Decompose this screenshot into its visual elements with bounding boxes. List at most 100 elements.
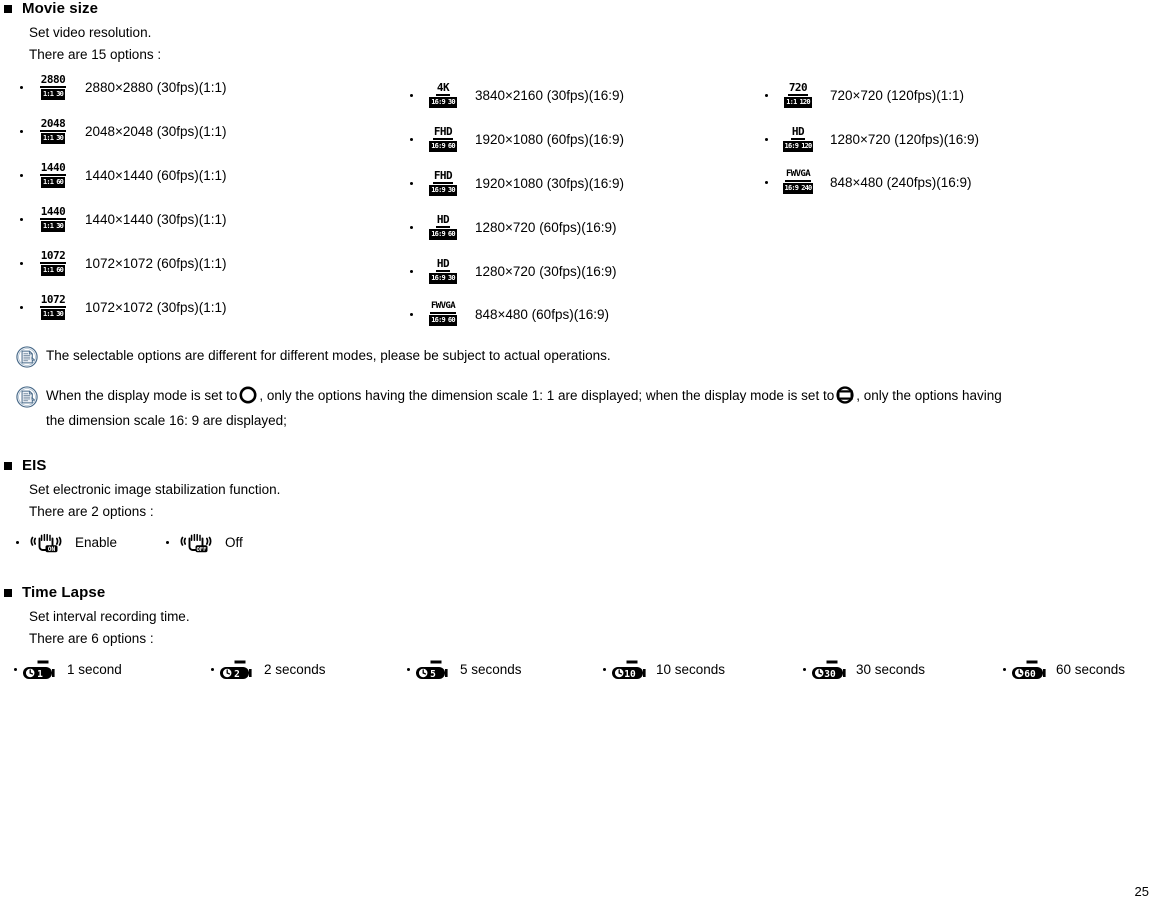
time-lapse-interval-icon: 30 xyxy=(811,658,851,680)
fps-chip: 30 xyxy=(55,90,65,99)
movie-size-option-label: 1280×720 (60fps)(16:9) xyxy=(475,219,617,235)
movie-size-option[interactable]: 720 1:1 120 720×720 (120fps)(1:1) xyxy=(765,82,979,108)
time-lapse-interval-icon: 60 xyxy=(1011,658,1051,680)
movie-size-option[interactable]: 2880 1:1 30 2880×2880 (30fps)(1:1) xyxy=(20,74,226,100)
time-lapse-option[interactable]: 30 30 seconds xyxy=(803,658,1003,680)
resolution-badge-value: FWVGA xyxy=(429,302,457,314)
time-lapse-option[interactable]: 2 2 seconds xyxy=(211,658,407,680)
list-bullet-icon xyxy=(410,137,413,141)
list-bullet-icon xyxy=(1003,667,1006,671)
resolution-badge-sub: 16:9 60 xyxy=(429,315,457,326)
movie-size-option[interactable]: HD 16:9 60 1280×720 (60fps)(16:9) xyxy=(410,214,624,240)
resolution-badge-icon: 1072 1:1 30 xyxy=(32,294,74,320)
list-bullet-icon xyxy=(20,173,23,177)
movie-size-options-count: There are 15 options : xyxy=(29,47,162,62)
page-number: 25 xyxy=(1134,884,1149,899)
time-lapse-option-label: 5 seconds xyxy=(460,661,522,677)
list-bullet-icon xyxy=(20,129,23,133)
movie-size-option[interactable]: FHD 16:9 60 1920×1080 (60fps)(16:9) xyxy=(410,126,624,152)
note-block-1: The selectable options are different for… xyxy=(16,345,1156,368)
manual-page: Movie size Set video resolution. There a… xyxy=(0,0,1163,907)
list-bullet-icon xyxy=(803,667,806,671)
time-lapse-option-label: 2 seconds xyxy=(264,661,326,677)
resolution-badge-icon: HD 16:9 120 xyxy=(777,126,819,152)
aspect-ratio-chip: 16:9 xyxy=(430,98,447,107)
time-lapse-value: 5 xyxy=(430,669,436,680)
aspect-ratio-chip: 16:9 xyxy=(783,142,801,151)
aspect-ratio-chip: 1:1 xyxy=(41,222,56,231)
movie-size-heading: Movie size xyxy=(4,0,161,17)
aspect-ratio-chip: 16:9 xyxy=(783,184,801,193)
resolution-badge-sub: 16:9 30 xyxy=(429,273,457,284)
aspect-ratio-chip: 1:1 xyxy=(41,134,56,143)
movie-size-option-label: 720×720 (120fps)(1:1) xyxy=(830,87,964,103)
time-lapse-option[interactable]: 1 1 second xyxy=(14,658,211,680)
movie-size-option-label: 1920×1080 (60fps)(16:9) xyxy=(475,131,624,147)
time-lapse-title: Time Lapse xyxy=(22,584,106,601)
list-bullet-icon xyxy=(765,180,768,184)
resolution-badge-icon: 1440 1:1 60 xyxy=(32,162,74,188)
movie-size-option-label: 3840×2160 (30fps)(16:9) xyxy=(475,87,624,103)
fps-chip: 30 xyxy=(446,274,456,283)
note-text-part-4: the dimension scale 16: 9 are displayed; xyxy=(46,413,287,428)
aspect-ratio-chip: 16:9 xyxy=(430,230,447,239)
movie-size-option[interactable]: HD 16:9 120 1280×720 (120fps)(16:9) xyxy=(765,126,979,152)
resolution-badge-icon: 1072 1:1 60 xyxy=(32,250,74,276)
time-lapse-interval-icon: 2 xyxy=(219,658,259,680)
time-lapse-description: Set interval recording time. xyxy=(29,609,190,624)
eis-section: EIS Set electronic image stabilization f… xyxy=(4,457,280,520)
eis-option-enable[interactable]: ON Enable xyxy=(16,531,166,553)
movie-size-option[interactable]: HD 16:9 30 1280×720 (30fps)(16:9) xyxy=(410,258,624,284)
resolution-badge-value: HD xyxy=(435,257,451,272)
movie-size-option-label: 1072×1072 (60fps)(1:1) xyxy=(85,255,227,271)
movie-size-option[interactable]: FWVGA 16:9 240 848×480 (240fps)(16:9) xyxy=(765,170,979,194)
time-lapse-option[interactable]: 5 5 seconds xyxy=(407,658,603,680)
time-lapse-interval-icon: 1 xyxy=(22,658,62,680)
resolution-badge-icon: FWVGA 16:9 60 xyxy=(422,302,464,326)
movie-size-option[interactable]: 2048 1:1 30 2048×2048 (30fps)(1:1) xyxy=(20,118,226,144)
note-row: The selectable options are different for… xyxy=(16,345,1156,368)
fps-chip: 30 xyxy=(446,186,456,195)
list-bullet-icon xyxy=(410,93,413,97)
time-lapse-value: 10 xyxy=(624,669,636,680)
resolution-badge-sub: 16:9 120 xyxy=(782,141,814,152)
time-lapse-option-label: 60 seconds xyxy=(1056,661,1126,677)
resolution-badge-sub: 1:1 30 xyxy=(40,221,66,232)
fps-chip: 60 xyxy=(55,178,65,187)
movie-size-column-3: 720 1:1 120 720×720 (120fps)(1:1) HD 16:… xyxy=(765,82,979,194)
movie-size-option[interactable]: 1440 1:1 30 1440×1440 (30fps)(1:1) xyxy=(20,206,226,232)
note-text: The selectable options are different for… xyxy=(46,348,611,363)
time-lapse-option[interactable]: 10 10 seconds xyxy=(603,658,803,680)
movie-size-option[interactable]: 1072 1:1 60 1072×1072 (60fps)(1:1) xyxy=(20,250,226,276)
movie-size-option[interactable]: FWVGA 16:9 60 848×480 (60fps)(16:9) xyxy=(410,302,624,326)
time-lapse-value: 1 xyxy=(37,669,43,680)
list-bullet-icon xyxy=(20,305,23,309)
resolution-badge-sub: 1:1 30 xyxy=(40,133,66,144)
resolution-badge-icon: 720 1:1 120 xyxy=(777,82,819,108)
fps-chip: 60 xyxy=(446,142,456,151)
list-bullet-icon xyxy=(16,540,19,544)
time-lapse-option[interactable]: 60 60 seconds xyxy=(1003,658,1125,680)
list-bullet-icon xyxy=(20,217,23,221)
eis-title: EIS xyxy=(22,457,47,474)
movie-size-option[interactable]: 4K 16:9 30 3840×2160 (30fps)(16:9) xyxy=(410,82,624,108)
eis-option-off[interactable]: OFF Off xyxy=(166,531,243,553)
movie-size-option[interactable]: 1072 1:1 30 1072×1072 (30fps)(1:1) xyxy=(20,294,226,320)
fps-chip: 60 xyxy=(446,316,456,325)
resolution-badge-value: FHD xyxy=(432,169,454,184)
movie-size-option[interactable]: 1440 1:1 60 1440×1440 (60fps)(1:1) xyxy=(20,162,226,188)
movie-size-column-2: 4K 16:9 30 3840×2160 (30fps)(16:9) FHD 1… xyxy=(410,82,624,326)
resolution-badge-value: 1440 xyxy=(39,161,67,176)
resolution-badge-sub: 16:9 30 xyxy=(429,185,457,196)
movie-size-option-label: 1280×720 (30fps)(16:9) xyxy=(475,263,617,279)
movie-size-section: Movie size Set video resolution. There a… xyxy=(4,0,161,63)
aspect-ratio-chip: 1:1 xyxy=(41,266,56,275)
movie-size-option[interactable]: FHD 16:9 30 1920×1080 (30fps)(16:9) xyxy=(410,170,624,196)
movie-size-option-label: 848×480 (240fps)(16:9) xyxy=(830,174,972,190)
note-text-part-1: When the display mode is set to xyxy=(46,388,238,403)
resolution-badge-sub: 1:1 30 xyxy=(40,89,66,100)
movie-size-option-label: 1440×1440 (60fps)(1:1) xyxy=(85,167,227,183)
resolution-badge-icon: 1440 1:1 30 xyxy=(32,206,74,232)
eis-description: Set electronic image stabilization funct… xyxy=(29,482,281,497)
resolution-badge-sub: 16:9 60 xyxy=(429,141,457,152)
